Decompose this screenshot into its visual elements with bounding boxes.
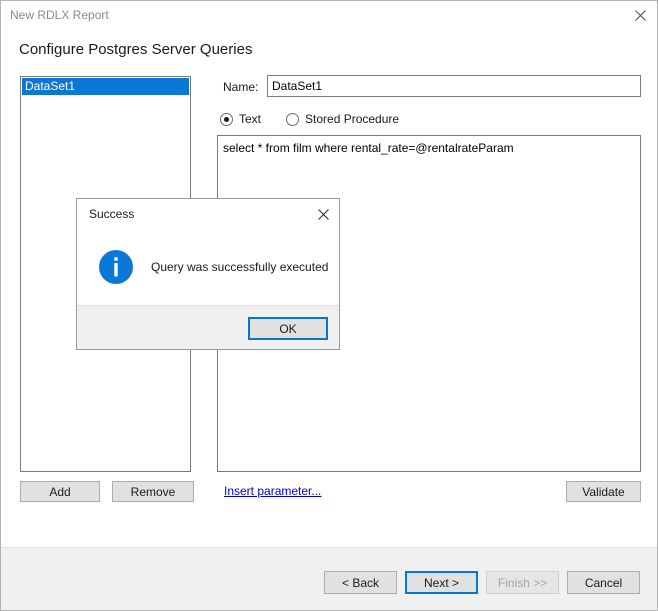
radio-mark-icon: [220, 112, 233, 126]
info-icon: [99, 250, 133, 284]
new-rdlx-report-window: New RDLX Report Configure Postgres Serve…: [0, 0, 658, 611]
command-type-radio-group: Text Stored Procedure: [220, 110, 424, 128]
window-titlebar: New RDLX Report: [1, 1, 657, 30]
window-title: New RDLX Report: [10, 8, 109, 22]
success-dialog: Success Query was successfully executed …: [76, 198, 340, 350]
radio-mark-icon: [286, 112, 300, 126]
dialog-body: Query was successfully executed: [77, 229, 339, 305]
dialog-message: Query was successfully executed: [151, 260, 329, 274]
radio-stored-procedure-label: Stored Procedure: [305, 112, 400, 126]
next-button[interactable]: Next >: [405, 571, 478, 594]
close-icon[interactable]: [307, 199, 339, 229]
dialog-title: Success: [89, 207, 135, 221]
ok-button[interactable]: OK: [248, 317, 328, 340]
page-title: Configure Postgres Server Queries: [19, 41, 253, 58]
remove-button[interactable]: Remove: [112, 481, 194, 502]
list-item[interactable]: DataSet1: [22, 78, 189, 95]
insert-parameter-link[interactable]: Insert parameter...: [224, 484, 321, 498]
back-button[interactable]: < Back: [324, 571, 397, 594]
radio-text[interactable]: Text: [220, 112, 261, 126]
finish-button: Finish >>: [486, 571, 559, 594]
add-button[interactable]: Add: [20, 481, 100, 502]
dialog-titlebar: Success: [77, 199, 339, 229]
cancel-button[interactable]: Cancel: [567, 571, 640, 594]
radio-text-label: Text: [239, 112, 262, 126]
query-text[interactable]: select * from film where rental_rate=@re…: [218, 136, 640, 156]
name-label: Name:: [223, 80, 259, 94]
validate-button[interactable]: Validate: [566, 481, 641, 502]
close-icon[interactable]: [623, 1, 657, 30]
radio-stored-procedure[interactable]: Stored Procedure: [286, 112, 399, 126]
name-input[interactable]: [267, 75, 641, 97]
dialog-buttonbar: OK: [77, 305, 339, 349]
